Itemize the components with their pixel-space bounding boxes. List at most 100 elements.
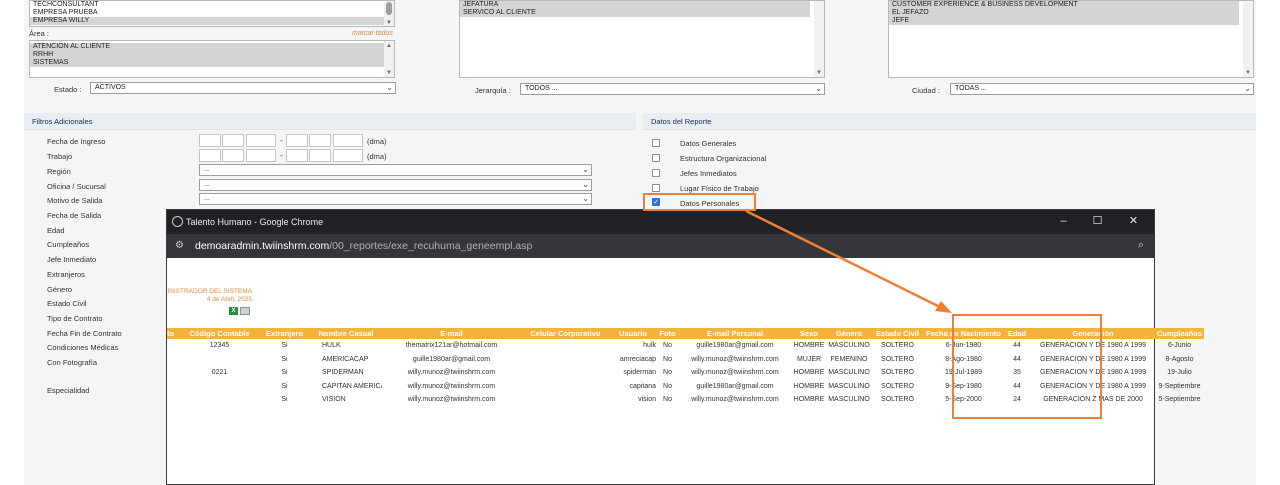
cargo-listbox[interactable]: CUSTOMER EXPERIENCE & BUSINESS DEVELOPME… xyxy=(888,0,1254,78)
column-header[interactable]: Sexo xyxy=(791,328,827,339)
checkbox-datos-generales[interactable] xyxy=(652,139,660,147)
column-header[interactable]: to xyxy=(167,328,180,339)
chevron-down-icon[interactable]: ▼ xyxy=(385,20,393,26)
column-header[interactable]: Código Contable xyxy=(180,328,259,339)
column-header[interactable]: Estado Civil xyxy=(871,328,924,339)
url-text[interactable]: demoaradmin.twiinshrm.com/00_reportes/ex… xyxy=(195,234,532,258)
checkbox-lugar-fisico[interactable] xyxy=(652,184,660,192)
column-header[interactable]: Nombre Casual xyxy=(310,328,382,339)
motivo-salida-select[interactable]: ... ⌄ xyxy=(199,193,592,205)
trabajo-day-from[interactable] xyxy=(199,149,221,162)
empresa-listbox[interactable]: TECHCONSULTANT EMPRESA PRUEBA EMPRESA WI… xyxy=(29,0,395,27)
estado-value: ACTIVOS xyxy=(95,84,126,91)
chevron-down-icon: ⌄ xyxy=(1244,84,1251,93)
column-header[interactable]: Cumpleaños xyxy=(1155,328,1204,339)
maximize-button[interactable]: ☐ xyxy=(1081,210,1114,234)
list-item[interactable]: JEFE xyxy=(889,17,1239,25)
fecha-ingreso-year-to[interactable] xyxy=(333,134,363,147)
fecha-ingreso-year-from[interactable] xyxy=(246,134,276,147)
list-item[interactable]: EMPRESA PRUEBA xyxy=(30,9,394,17)
table-cell: 6-Junio xyxy=(1168,342,1191,349)
table-cell: AMERICACAP xyxy=(322,355,369,363)
scrollbar[interactable]: ▲ ▼ xyxy=(384,41,394,77)
table-cell xyxy=(167,353,180,367)
scrollbar-thumb[interactable] xyxy=(386,2,392,15)
filtro-label: Fecha Fin de Contrato xyxy=(47,329,122,338)
filtro-label: Región xyxy=(47,167,71,176)
close-button[interactable]: ✕ xyxy=(1117,210,1150,234)
checkbox-estructura-organizacional[interactable] xyxy=(652,154,660,162)
region-select[interactable]: ... ⌄ xyxy=(199,164,592,176)
print-icon[interactable] xyxy=(240,307,250,315)
scrollbar[interactable]: ▼ xyxy=(384,1,394,26)
list-item[interactable]: CUSTOMER EXPERIENCE & BUSINESS DEVELOPME… xyxy=(889,1,1239,9)
admin-name: INISTRADOR DEL SISTEMA xyxy=(167,288,252,295)
table-cell: MASCULINO xyxy=(828,369,870,376)
fecha-ingreso-month-from[interactable] xyxy=(222,134,244,147)
table-cell: SOLTERO xyxy=(881,396,914,403)
table-cell xyxy=(167,380,180,394)
window-titlebar[interactable]: Talento Humano - Google Chrome – ☐ ✕ xyxy=(167,210,1154,234)
column-header[interactable]: Género xyxy=(827,328,871,339)
column-header[interactable]: Foto xyxy=(656,328,679,339)
column-header[interactable]: E-mail xyxy=(382,328,521,339)
trabajo-day-to[interactable] xyxy=(286,149,308,162)
range-dash: - xyxy=(280,151,283,160)
estado-label: Estado : xyxy=(54,85,82,94)
list-item[interactable]: SERVICO AL CLIENTE xyxy=(460,9,810,17)
table-cell: 0221 xyxy=(211,369,228,376)
trabajo-year-from[interactable] xyxy=(246,149,276,162)
area-listbox[interactable]: ATENCIÓN AL CLIENTE RRHH SISTEMAS ▲ ▼ xyxy=(29,40,395,78)
ciudad-select[interactable]: TODAS ... ⌄ xyxy=(950,83,1254,95)
table-cell: No xyxy=(663,382,672,390)
column-header[interactable]: Usuario xyxy=(610,328,656,339)
jerarquia-select[interactable]: TODOS ... ⌄ xyxy=(520,83,825,95)
fecha-ingreso-month-to[interactable] xyxy=(309,134,331,147)
table-cell: amreciacap xyxy=(619,355,656,363)
oficina-select[interactable]: ... ⌄ xyxy=(199,179,592,191)
address-bar[interactable]: ⚙ demoaradmin.twiinshrm.com/00_reportes/… xyxy=(167,234,1154,258)
jefatura-listbox[interactable]: JEFATURA SERVICO AL CLIENTE ▼ xyxy=(459,0,825,78)
list-item[interactable]: EMPRESA WILLY xyxy=(30,17,394,25)
table-cell: spiderman xyxy=(623,369,656,376)
trabajo-year-to[interactable] xyxy=(333,149,363,162)
list-item[interactable]: SISTEMAS xyxy=(30,59,394,67)
column-header[interactable]: Celular Corporativo xyxy=(521,328,610,339)
table-cell: No xyxy=(663,355,672,363)
table-cell xyxy=(180,353,259,367)
minimize-button[interactable]: – xyxy=(1047,210,1080,234)
column-header[interactable]: E-mail Personal xyxy=(679,328,791,339)
list-item[interactable]: ATENCIÓN AL CLIENTE xyxy=(30,43,394,51)
fecha-ingreso-day-to[interactable] xyxy=(286,134,308,147)
list-item[interactable]: JEFATURA xyxy=(460,1,810,9)
site-settings-icon[interactable]: ⚙ xyxy=(175,240,187,252)
column-header[interactable]: Extranjero xyxy=(259,328,310,339)
excel-export-icon[interactable]: X xyxy=(229,307,238,315)
chevron-down-icon[interactable]: ▼ xyxy=(1244,70,1252,76)
table-cell: HULK xyxy=(322,342,341,349)
fecha-ingreso-day-from[interactable] xyxy=(199,134,221,147)
zoom-icon[interactable]: ⌕ xyxy=(1138,239,1144,252)
date-format-hint: (dma) xyxy=(367,152,387,161)
chevron-down-icon[interactable]: ▼ xyxy=(815,70,823,76)
filtro-label: Cumpleaños xyxy=(47,240,90,249)
estado-select[interactable]: ACTIVOS ⌄ xyxy=(90,82,396,94)
table-cell: MUJER xyxy=(796,355,822,363)
range-dash: - xyxy=(280,136,283,145)
trabajo-month-to[interactable] xyxy=(309,149,331,162)
checkbox-jefes-inmediatos[interactable] xyxy=(652,169,660,177)
chevron-down-icon[interactable]: ▼ xyxy=(385,70,393,76)
list-item[interactable]: EL JEFAZO xyxy=(889,9,1239,17)
datos-reporte-header: Datos del Reporte xyxy=(643,113,1256,130)
filtro-label: Especialidad xyxy=(47,386,90,395)
list-item[interactable]: RRHH xyxy=(30,51,394,59)
scrollbar[interactable]: ▼ xyxy=(1243,1,1253,77)
marcar-todos-link[interactable]: marcar todos xyxy=(352,30,393,37)
trabajo-month-from[interactable] xyxy=(222,149,244,162)
table-cell xyxy=(180,393,259,407)
table-cell: No xyxy=(663,342,672,349)
chevron-up-icon[interactable]: ▲ xyxy=(385,43,393,49)
scrollbar[interactable]: ▼ xyxy=(814,1,824,77)
list-item[interactable]: TECHCONSULTANT xyxy=(30,1,394,9)
table-cell: No xyxy=(663,369,672,376)
